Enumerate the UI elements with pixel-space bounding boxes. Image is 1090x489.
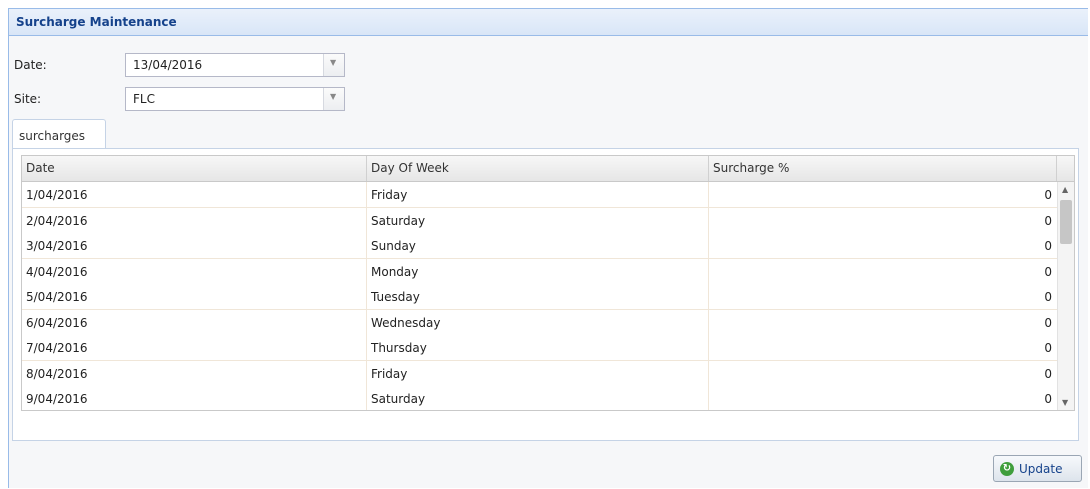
- date-combo[interactable]: 13/04/2016 ▼: [125, 53, 345, 77]
- cell-day-of-week[interactable]: Friday: [367, 360, 709, 386]
- cell-date[interactable]: 3/04/2016: [22, 233, 367, 258]
- cell-surcharge[interactable]: 0: [709, 233, 1057, 258]
- table-row[interactable]: 6/04/2016 Wednesday 0: [22, 309, 1057, 336]
- cell-date[interactable]: 1/04/2016: [22, 182, 367, 207]
- table-row[interactable]: 8/04/2016 Friday 0: [22, 360, 1057, 387]
- cell-date[interactable]: 6/04/2016: [22, 309, 367, 335]
- grid-scrollbar[interactable]: ▲ ▼: [1057, 182, 1074, 410]
- table-row[interactable]: 3/04/2016 Sunday 0: [22, 233, 1057, 259]
- scroll-up-icon[interactable]: ▲: [1062, 185, 1068, 194]
- grid-header: Date Day Of Week Surcharge %: [22, 156, 1074, 182]
- table-row[interactable]: 1/04/2016 Friday 0: [22, 182, 1057, 208]
- chevron-down-icon: ▼: [330, 58, 337, 67]
- cell-surcharge[interactable]: 0: [709, 208, 1057, 233]
- update-button[interactable]: ↻ Update: [993, 455, 1082, 482]
- scroll-down-icon[interactable]: ▼: [1062, 398, 1068, 407]
- cell-date[interactable]: 2/04/2016: [22, 207, 367, 233]
- update-button-label: Update: [1019, 462, 1063, 476]
- cell-day-of-week[interactable]: Thursday: [367, 335, 709, 360]
- cell-surcharge[interactable]: 0: [709, 361, 1057, 386]
- cell-date[interactable]: 9/04/2016: [22, 386, 367, 410]
- cell-surcharge[interactable]: 0: [709, 310, 1057, 335]
- panel-title: Surcharge Maintenance: [9, 9, 1088, 36]
- cell-surcharge[interactable]: 0: [709, 182, 1057, 207]
- cell-date[interactable]: 5/04/2016: [22, 284, 367, 309]
- cell-day-of-week[interactable]: Friday: [367, 182, 709, 207]
- refresh-icon: ↻: [1000, 462, 1014, 476]
- cell-surcharge[interactable]: 0: [709, 259, 1057, 284]
- cell-day-of-week[interactable]: Tuesday: [367, 284, 709, 309]
- surcharge-grid: Date Day Of Week Surcharge % 1/04/2016 Fr…: [21, 155, 1075, 411]
- table-row[interactable]: 5/04/2016 Tuesday 0: [22, 284, 1057, 310]
- cell-date[interactable]: 4/04/2016: [22, 258, 367, 284]
- site-dropdown-trigger[interactable]: ▼: [323, 88, 344, 110]
- site-combo[interactable]: FLC ▼: [125, 87, 345, 111]
- chevron-down-icon: ▼: [330, 92, 337, 101]
- cell-surcharge[interactable]: 0: [709, 335, 1057, 360]
- cell-day-of-week[interactable]: Saturday: [367, 386, 709, 410]
- cell-day-of-week[interactable]: Sunday: [367, 233, 709, 258]
- column-header-surcharge[interactable]: Surcharge %: [709, 156, 1057, 181]
- tab-surcharges[interactable]: surcharges: [12, 119, 106, 149]
- cell-surcharge[interactable]: 0: [709, 386, 1057, 410]
- table-row[interactable]: 2/04/2016 Saturday 0: [22, 207, 1057, 234]
- table-row[interactable]: 7/04/2016 Thursday 0: [22, 335, 1057, 361]
- tab-surcharges-label: surcharges: [19, 129, 86, 143]
- date-dropdown-trigger[interactable]: ▼: [323, 54, 344, 76]
- cell-day-of-week[interactable]: Saturday: [367, 207, 709, 233]
- cell-surcharge[interactable]: 0: [709, 284, 1057, 309]
- column-header-date[interactable]: Date: [22, 156, 367, 181]
- cell-day-of-week[interactable]: Monday: [367, 258, 709, 284]
- site-label: Site:: [14, 92, 42, 106]
- date-label: Date:: [14, 58, 47, 72]
- column-header-day-of-week[interactable]: Day Of Week: [367, 156, 709, 181]
- surcharges-tab-body: Date Day Of Week Surcharge % 1/04/2016 Fr…: [12, 148, 1079, 441]
- table-row[interactable]: 4/04/2016 Monday 0: [22, 258, 1057, 285]
- cell-day-of-week[interactable]: Wednesday: [367, 309, 709, 335]
- table-row[interactable]: 9/04/2016 Saturday 0: [22, 386, 1057, 410]
- scroll-thumb[interactable]: [1060, 200, 1072, 244]
- cell-date[interactable]: 8/04/2016: [22, 360, 367, 386]
- cell-date[interactable]: 7/04/2016: [22, 335, 367, 360]
- date-value: 13/04/2016: [133, 58, 203, 72]
- site-value: FLC: [133, 92, 155, 106]
